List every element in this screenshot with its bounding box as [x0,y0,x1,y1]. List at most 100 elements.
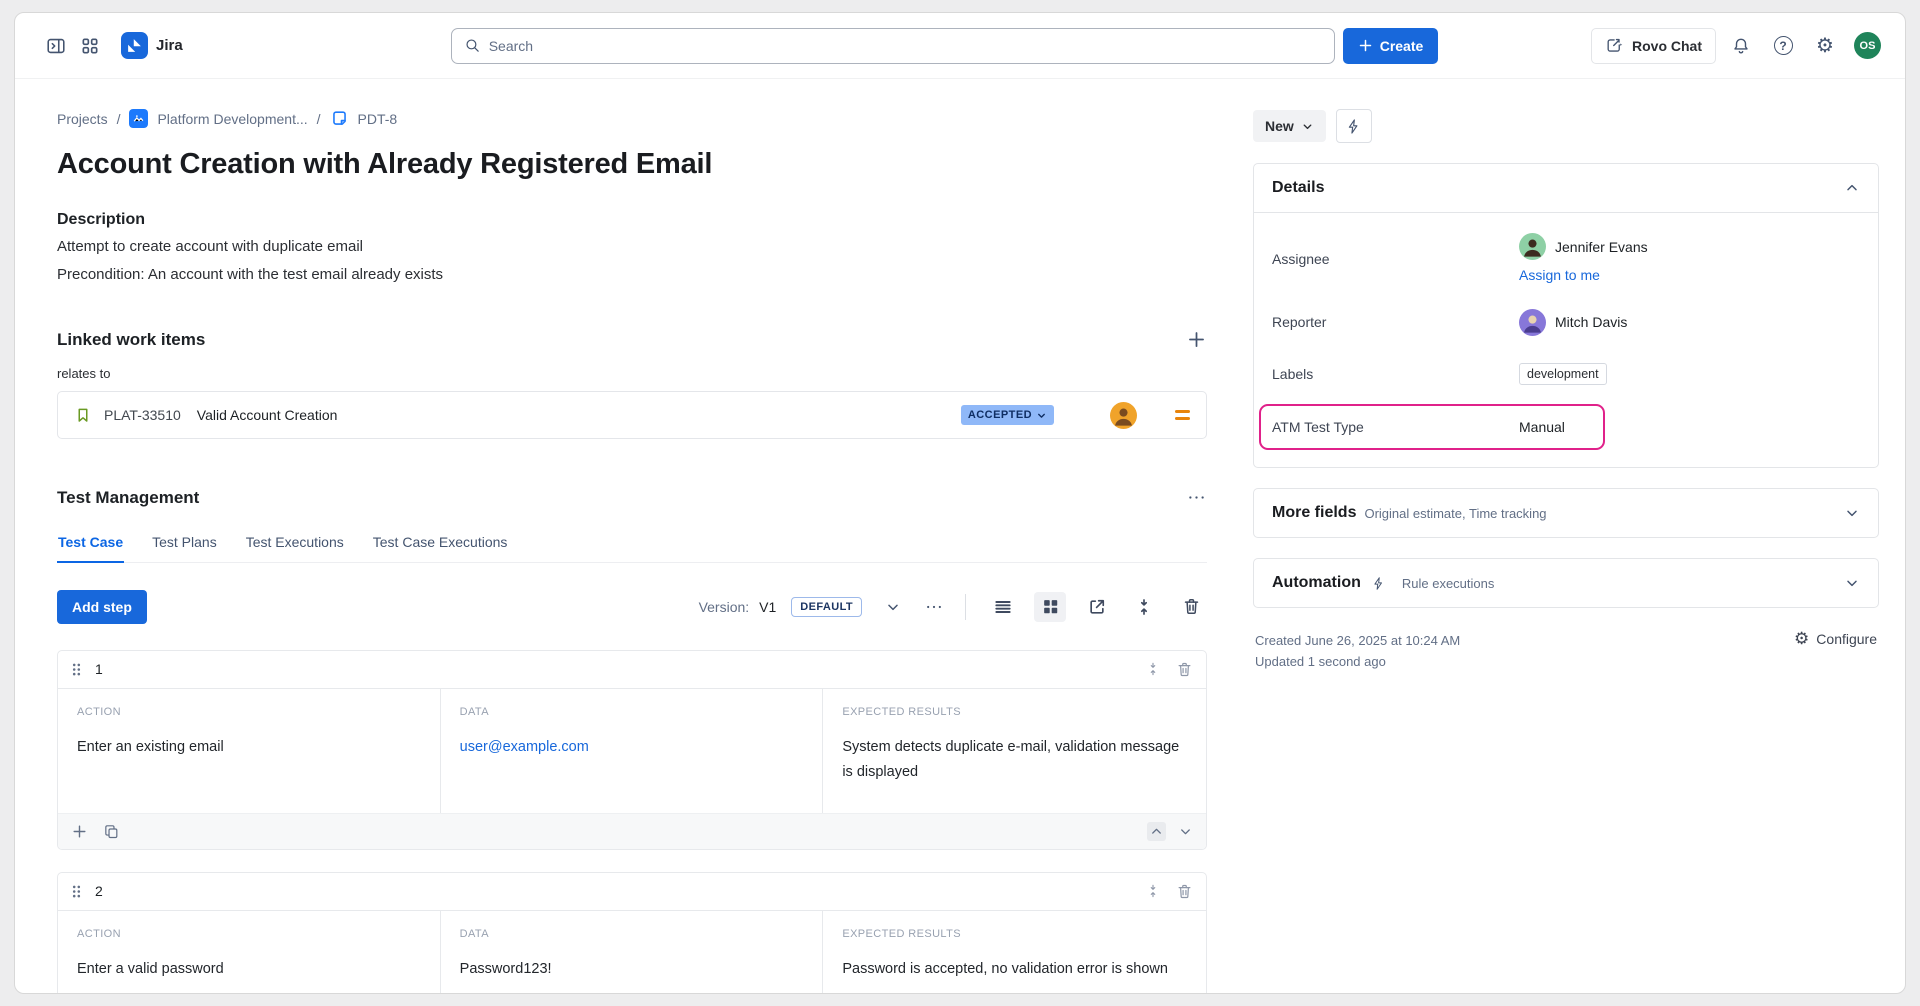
step-action-cell[interactable]: ACTION Enter an existing email [58,689,441,813]
step-expected-cell[interactable]: EXPECTED RESULTS Password is accepted, n… [823,911,1206,995]
rovo-chat-button[interactable]: Rovo Chat [1591,28,1716,64]
version-more-button[interactable] [924,597,944,617]
notifications-button[interactable] [1724,29,1758,63]
breadcrumb-issue-key[interactable]: PDT-8 [358,111,398,127]
step-action-text: Enter a valid password [77,957,421,982]
status-dropdown-button[interactable]: New [1253,110,1326,142]
version-dropdown-chevron-icon[interactable] [885,599,901,615]
step-action-cell[interactable]: ACTION Enter a valid password [58,911,441,995]
chevron-down-icon [1844,505,1860,521]
rovo-chat-label: Rovo Chat [1632,38,1702,54]
description-line-2: Precondition: An account with the test e… [57,265,1207,285]
reporter-name: Mitch Davis [1555,314,1627,330]
settings-button[interactable]: ⚙ [1808,29,1842,63]
search-input[interactable] [489,38,1322,54]
reporter-value[interactable]: Mitch Davis [1519,309,1860,336]
chevron-up-icon [1844,180,1860,196]
app-switcher-button[interactable] [73,29,107,63]
automation-heading: Automation [1272,574,1361,592]
test-step-2: 2 ACTION Enter a [57,872,1207,995]
collapse-sidebar-button[interactable] [39,29,73,63]
user-avatar-initials: OS [1860,40,1876,52]
tab-test-case-executions[interactable]: Test Case Executions [372,534,509,562]
breadcrumb-project[interactable]: Platform Development... [157,111,307,127]
drag-handle-icon[interactable] [71,662,82,677]
data-column-label: DATA [460,706,804,718]
help-button[interactable]: ? [1766,29,1800,63]
lightning-icon [1371,576,1386,591]
step-expected-cell[interactable]: EXPECTED RESULTS System detects duplicat… [823,689,1206,813]
create-button[interactable]: Create [1343,28,1439,64]
link-relation-label: relates to [57,366,1207,381]
expected-column-label: EXPECTED RESULTS [842,706,1187,718]
atm-test-type-label: ATM Test Type [1272,419,1519,435]
collapse-all-button[interactable] [1128,592,1160,622]
description-line-1: Attempt to create account with duplicate… [57,237,1207,257]
automation-header[interactable]: Automation Rule executions [1254,559,1878,607]
tab-test-plans[interactable]: Test Plans [151,534,218,562]
move-step-down-icon[interactable] [1178,824,1193,839]
step-data-cell[interactable]: DATA Password123! [441,911,824,995]
step-number: 2 [95,883,103,899]
panel-left-icon [45,35,67,57]
delete-step-icon[interactable] [1176,883,1193,900]
version-label: Version: [699,599,750,615]
action-column-label: ACTION [77,706,421,718]
linked-work-items-heading: Linked work items [57,330,205,350]
drag-handle-icon[interactable] [71,884,82,899]
add-linked-item-button[interactable] [1186,329,1207,350]
step-data-text: Password123! [460,957,804,982]
assignee-value[interactable]: Jennifer Evans [1519,233,1860,260]
collapse-step-icon[interactable] [1145,883,1161,899]
step-number: 1 [95,661,103,677]
step-expected-text: System detects duplicate e-mail, validat… [842,735,1187,785]
expected-column-label: EXPECTED RESULTS [842,928,1187,940]
assign-to-me-link[interactable]: Assign to me [1519,267,1600,283]
tab-test-case[interactable]: Test Case [57,534,124,563]
help-icon: ? [1774,36,1793,55]
label-chip-development[interactable]: development [1519,363,1607,385]
linked-work-item-row[interactable]: PLAT-33510 Valid Account Creation ACCEPT… [57,391,1207,439]
user-avatar[interactable]: OS [1854,32,1881,59]
more-fields-header[interactable]: More fields Original estimate, Time trac… [1254,489,1878,537]
step-data-cell[interactable]: DATA user@example.com [441,689,824,813]
gear-icon: ⚙ [1816,36,1834,56]
linked-item-key[interactable]: PLAT-33510 [104,407,181,423]
status-badge[interactable]: ACCEPTED [961,405,1054,425]
automation-panel: Automation Rule executions [1253,558,1879,608]
delete-version-button[interactable] [1175,592,1207,622]
search-icon [464,37,481,54]
duplicate-step-icon[interactable] [103,823,120,840]
more-fields-subtitle: Original estimate, Time tracking [1364,506,1546,521]
global-search[interactable] [451,28,1335,64]
details-panel-header[interactable]: Details [1254,164,1878,213]
test-management-more-button[interactable] [1186,487,1207,508]
action-column-label: ACTION [77,928,421,940]
list-view-button[interactable] [987,592,1019,622]
step-data-text[interactable]: user@example.com [460,735,804,760]
insert-step-icon[interactable] [71,823,88,840]
tab-test-executions[interactable]: Test Executions [245,534,345,562]
add-step-button[interactable]: Add step [57,590,147,624]
app-window: Jira Create Rovo Chat [14,12,1906,994]
priority-medium-icon [1175,410,1190,421]
list-view-icon [993,597,1013,617]
linked-item-assignee-avatar[interactable] [1110,402,1137,429]
atm-test-type-value: Manual [1519,419,1860,435]
collapse-step-icon[interactable] [1145,661,1161,677]
atm-test-type-row[interactable]: ATM Test Type Manual [1272,407,1860,447]
open-in-new-button[interactable] [1081,592,1113,622]
linked-item-summary[interactable]: Valid Account Creation [197,407,338,423]
breadcrumb-separator2: / [317,111,321,127]
grid-view-button[interactable] [1034,592,1066,622]
jira-home-link[interactable]: Jira [121,32,183,59]
create-button-label: Create [1380,38,1424,54]
configure-button[interactable]: ⚙ Configure [1794,630,1877,647]
breadcrumb-projects[interactable]: Projects [57,111,108,127]
automation-quick-button[interactable] [1336,109,1372,143]
version-value: V1 [759,599,776,615]
move-step-up-icon[interactable] [1147,822,1166,841]
gear-icon: ⚙ [1794,630,1809,647]
details-panel: Details Assignee Jennifer [1253,163,1879,468]
delete-step-icon[interactable] [1176,661,1193,678]
